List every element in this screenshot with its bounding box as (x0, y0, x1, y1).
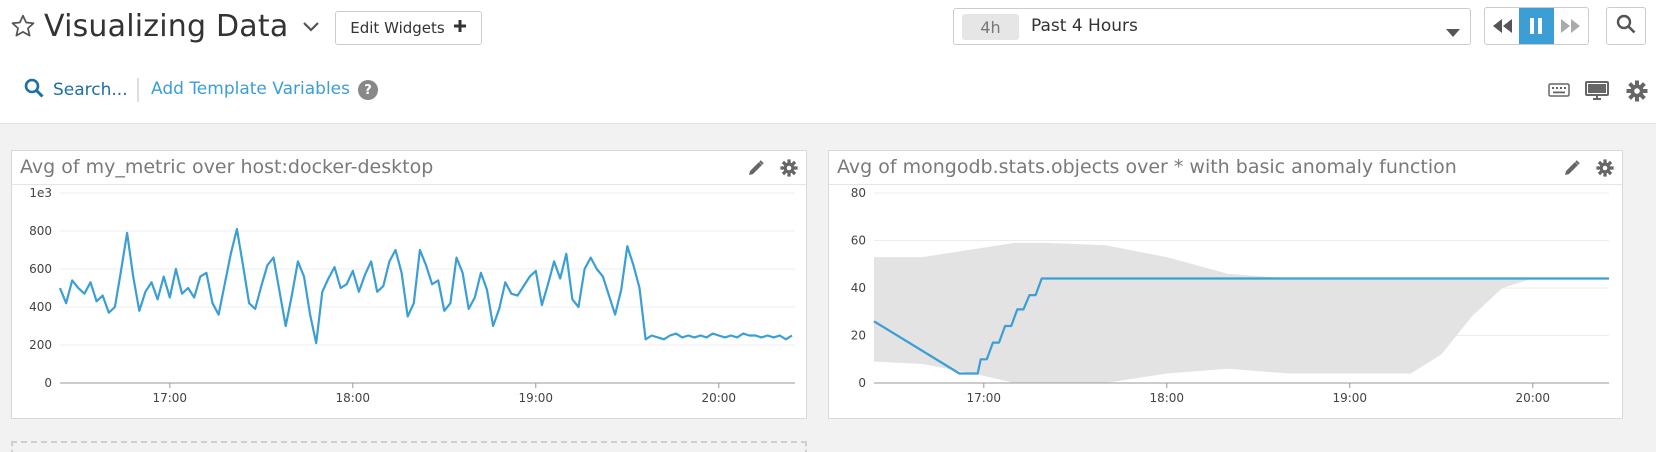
pencil-icon[interactable] (746, 159, 766, 177)
y-tick-label: 200 (29, 338, 52, 352)
search-label: Search... (53, 80, 128, 100)
search-icon (24, 78, 44, 102)
y-tick-label: 20 (851, 329, 866, 343)
timeframe-label: Past 4 Hours (1031, 16, 1138, 36)
y-tick-label: 80 (851, 186, 866, 200)
help-icon[interactable]: ? (358, 80, 378, 100)
x-tick-label: 19:00 (1332, 391, 1367, 405)
y-tick-label: 60 (851, 234, 866, 248)
widget-header: Avg of mongodb.stats.objects over * with… (829, 151, 1622, 185)
gear-icon[interactable] (1595, 159, 1615, 177)
search-icon (1616, 14, 1636, 38)
timeseries-widget-my-metric: Avg of my_metric over host:docker-deskto… (11, 150, 807, 419)
empty-widget-placeholder[interactable] (11, 441, 807, 452)
y-tick-label: 800 (29, 224, 52, 238)
star-icon[interactable] (8, 11, 38, 41)
plus-icon (453, 19, 467, 37)
edit-widgets-label: Edit Widgets (350, 19, 445, 37)
title-group: Visualizing Data (8, 4, 322, 48)
divider (137, 78, 139, 102)
y-tick-label: 1e3 (29, 186, 52, 200)
chevron-down-icon[interactable] (300, 15, 322, 37)
series-line (58, 227, 793, 345)
mongodb-anomaly-chart[interactable]: 80 60 40 20 0 17:00 18:00 19:00 20:00 (829, 185, 1622, 419)
timeframe-selector[interactable]: 4h Past 4 Hours (953, 8, 1471, 45)
y-tick-label: 40 (851, 281, 866, 295)
gear-icon[interactable] (779, 159, 799, 177)
gear-icon[interactable] (1625, 80, 1649, 102)
dashboard-title: Visualizing Data (44, 8, 289, 44)
widget-header: Avg of my_metric over host:docker-deskto… (12, 151, 806, 185)
anomaly-band (874, 242, 1609, 383)
y-tick-label: 0 (858, 376, 866, 390)
fast-forward-icon[interactable] (1554, 8, 1588, 44)
y-tick-label: 0 (44, 376, 52, 390)
x-tick-label: 20:00 (701, 391, 736, 405)
pencil-icon[interactable] (1562, 159, 1582, 177)
playback-controls (1484, 7, 1589, 45)
search-field[interactable]: Search... (24, 78, 128, 102)
dashboard-header: Visualizing Data Edit Widgets 4h Past 4 … (0, 0, 1656, 124)
zoom-search-button[interactable] (1606, 7, 1646, 45)
keyboard-icon[interactable] (1547, 80, 1571, 100)
y-tick-label: 600 (29, 262, 52, 276)
timeseries-widget-mongodb: Avg of mongodb.stats.objects over * with… (828, 150, 1623, 419)
widget-title: Avg of mongodb.stats.objects over * with… (837, 156, 1457, 178)
rewind-icon[interactable] (1485, 8, 1519, 44)
monitor-icon[interactable] (1584, 80, 1610, 102)
widget-title: Avg of my_metric over host:docker-deskto… (20, 156, 434, 178)
x-tick-label: 18:00 (335, 391, 370, 405)
add-template-variables-link[interactable]: Add Template Variables (151, 79, 350, 99)
caret-down-icon (1446, 23, 1460, 42)
x-tick-label: 17:00 (152, 391, 187, 405)
pause-icon[interactable] (1519, 8, 1554, 44)
edit-widgets-button[interactable]: Edit Widgets (335, 11, 482, 45)
x-tick-label: 20:00 (1515, 391, 1550, 405)
y-tick-label: 400 (29, 300, 52, 314)
x-tick-label: 18:00 (1149, 391, 1184, 405)
x-tick-label: 19:00 (518, 391, 553, 405)
x-tick-label: 17:00 (966, 391, 1001, 405)
timeframe-badge: 4h (962, 14, 1019, 40)
my-metric-chart[interactable]: 1e3 800 600 400 200 0 17:00 18:00 19:00 20:00 (12, 185, 806, 419)
